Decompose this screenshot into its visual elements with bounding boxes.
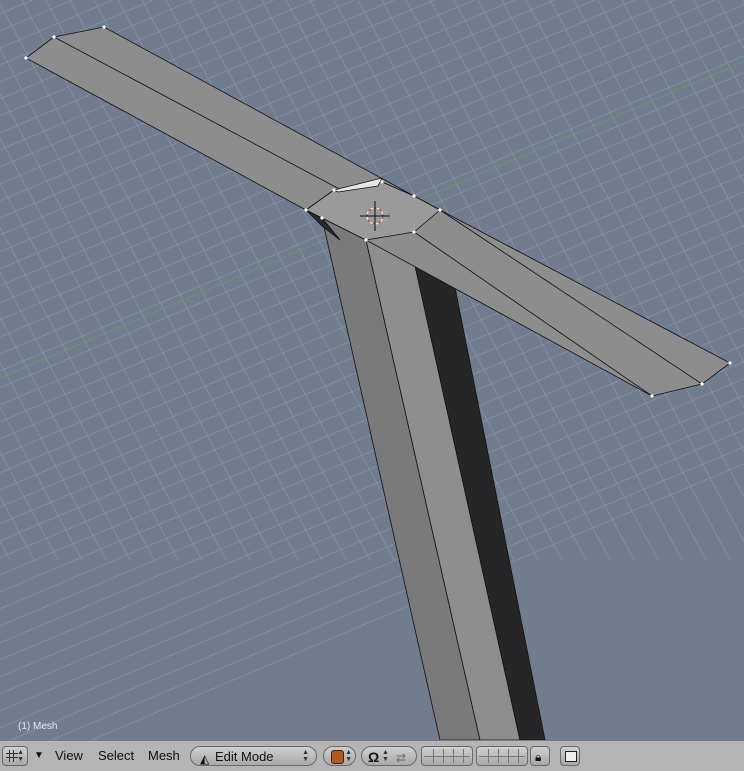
render-button[interactable] bbox=[560, 746, 580, 766]
grid-line bbox=[621, 0, 744, 229]
updown-arrows-icon: ▲ ▼ bbox=[382, 749, 389, 763]
grid-line bbox=[597, 0, 744, 274]
layer-buttons-right[interactable] bbox=[476, 746, 528, 766]
grid-line bbox=[573, 0, 744, 319]
object-label: (1) Mesh bbox=[18, 721, 58, 732]
updown-arrows-icon: ▲ ▼ bbox=[345, 749, 352, 763]
updown-arrows-icon: ▲ ▼ bbox=[302, 749, 309, 763]
menu-view[interactable]: View bbox=[55, 746, 83, 766]
pivot-icon[interactable]: Ω bbox=[368, 747, 379, 767]
lock-icon: 🔒︎ bbox=[535, 750, 542, 764]
grid-line bbox=[0, 412, 744, 729]
menu-mesh[interactable]: Mesh bbox=[148, 746, 180, 766]
viewport-scene bbox=[0, 0, 744, 740]
viewport-header: ▲ ▼ ▼ View Select Mesh ◭ Edit Mode ▲ ▼ ▲ ▼ … bbox=[0, 740, 744, 771]
menu-collapse-icon[interactable]: ▼ bbox=[34, 746, 44, 766]
grid-line bbox=[0, 540, 11, 561]
mode-label: Edit Mode bbox=[215, 749, 274, 764]
menu-select[interactable]: Select bbox=[98, 746, 134, 766]
mode-selector[interactable]: ◭ Edit Mode ▲ ▼ bbox=[190, 746, 317, 766]
pivot-manipulator-group: Ω ▲ ▼ ⇄ bbox=[361, 746, 417, 766]
grid-line bbox=[0, 450, 59, 561]
draw-type-selector[interactable]: ▲ ▼ bbox=[323, 746, 356, 766]
window-type-button[interactable]: ▲ ▼ bbox=[2, 746, 28, 766]
grid-line bbox=[50, 446, 744, 740]
manipulator-icon[interactable]: ⇄ bbox=[396, 748, 406, 768]
layer-buttons-left[interactable] bbox=[421, 746, 473, 766]
grid-line bbox=[717, 0, 744, 50]
edit-mode-icon: ◭ bbox=[200, 752, 210, 766]
grid-line bbox=[10, 429, 744, 740]
grid-line bbox=[0, 495, 35, 561]
grid-line bbox=[0, 406, 83, 561]
updown-arrows-icon: ▲ ▼ bbox=[17, 749, 24, 763]
lock-button[interactable]: 🔒︎ bbox=[530, 746, 550, 766]
layer-grid bbox=[479, 749, 525, 763]
layer-grid bbox=[424, 749, 470, 763]
shading-icon bbox=[331, 750, 344, 764]
3d-viewport[interactable]: (1) Mesh bbox=[0, 0, 744, 740]
render-icon bbox=[565, 751, 577, 762]
